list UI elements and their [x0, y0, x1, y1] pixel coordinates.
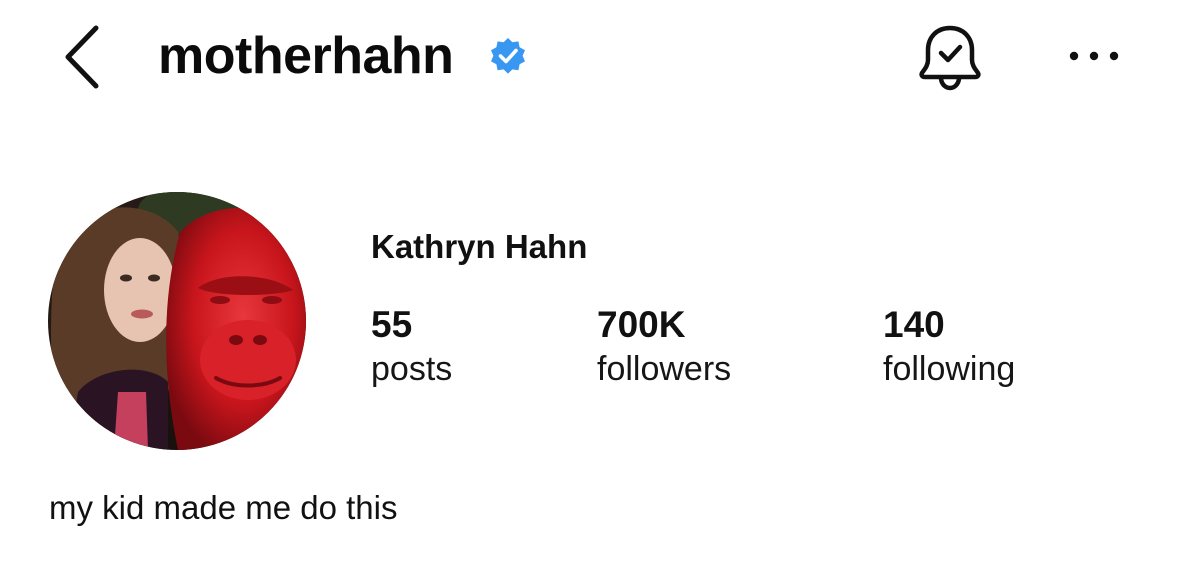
stat-followers-label: followers [597, 350, 732, 388]
profile-display-name: Kathryn Hahn [371, 228, 588, 265]
stat-following[interactable]: 140 following [883, 302, 1015, 390]
stat-posts-count: 55 [371, 304, 413, 345]
chevron-left-icon [65, 25, 99, 89]
stat-following-label: following [883, 350, 1016, 388]
profile-bio: my kid made me do this [49, 489, 398, 526]
stat-posts-label: posts [371, 350, 453, 388]
more-options-button[interactable] [1062, 36, 1126, 76]
notifications-button[interactable] [914, 22, 986, 92]
more-horizontal-icon [1069, 51, 1119, 61]
stat-following-count: 140 [883, 304, 945, 345]
stat-posts[interactable]: 55 posts [371, 302, 452, 390]
bell-check-icon [919, 25, 981, 91]
stat-followers-count: 700K [597, 304, 686, 345]
stat-followers[interactable]: 700K followers [597, 302, 731, 390]
top-navigation-bar: motherhahn [0, 0, 1179, 110]
back-button[interactable] [52, 22, 116, 92]
verified-badge-icon [488, 36, 528, 76]
profile-username: motherhahn [158, 27, 454, 85]
avatar[interactable] [48, 192, 306, 450]
